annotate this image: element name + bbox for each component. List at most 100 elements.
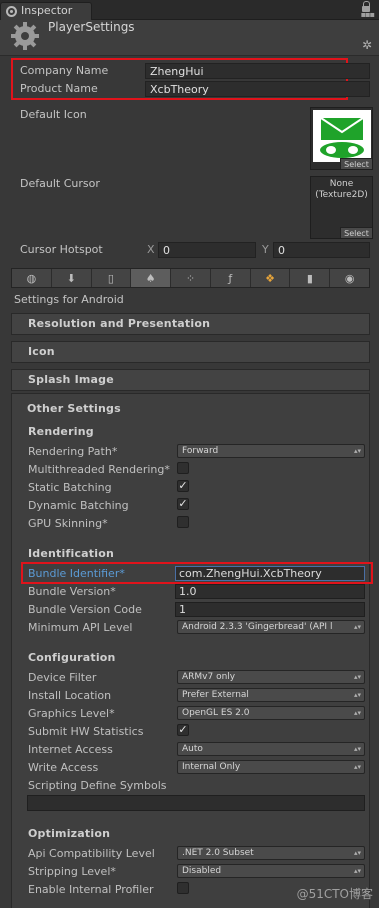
app-logo-icon	[313, 110, 371, 162]
default-icon-label: Default Icon	[20, 108, 87, 121]
gpu-skinning-checkbox[interactable]	[177, 516, 189, 528]
bundle-version-code-field[interactable]: 1	[175, 602, 365, 617]
device-icon[interactable]: ▮	[290, 269, 331, 287]
watermark: @51CTO博客	[296, 887, 373, 901]
gpu-skinning-label: GPU Skinning*	[28, 517, 108, 530]
static-batching-label: Static Batching	[28, 481, 112, 494]
web-icon[interactable]: ◍	[12, 269, 52, 287]
dropdown-arrow-icon: ▴▾	[353, 867, 361, 875]
hotspot-x-field[interactable]: 0	[158, 242, 256, 258]
default-cursor-slot[interactable]: None (Texture2D) Select	[310, 176, 373, 239]
hw-statistics-checkbox[interactable]: ✓	[177, 724, 189, 736]
default-cursor-select-button[interactable]: Select	[340, 227, 372, 238]
settings-for-label: Settings for Android	[14, 293, 124, 306]
bundle-id-label: Bundle Identifier*	[28, 567, 125, 580]
bundle-id-field[interactable]: com.ZhengHui.XcbTheory	[175, 566, 365, 581]
dropdown-value: ARMv7 only	[182, 672, 236, 682]
dropdown-value: Auto	[182, 744, 203, 754]
company-name-label: Company Name	[20, 64, 109, 77]
scripting-symbols-field[interactable]	[27, 795, 365, 811]
default-cursor-label: Default Cursor	[20, 177, 100, 190]
dropdown-value: OpenGL ES 2.0	[182, 708, 250, 718]
rendering-path-dropdown[interactable]: Forward ▴▾	[177, 444, 365, 458]
bundle-version-field[interactable]: 1.0	[175, 584, 365, 599]
tab-label: Inspector	[21, 4, 73, 17]
dropdown-value: Prefer External	[182, 690, 249, 700]
internet-access-label: Internet Access	[28, 743, 113, 756]
rendering-header: Rendering	[28, 425, 94, 438]
dropdown-value: Disabled	[182, 866, 222, 876]
info-icon	[6, 6, 17, 17]
api-compat-dropdown[interactable]: .NET 2.0 Subset ▴▾	[177, 846, 365, 860]
settings-gear-icon[interactable]: ✲	[362, 38, 372, 52]
stripping-level-dropdown[interactable]: Disabled ▴▾	[177, 864, 365, 878]
section-resolution[interactable]: Resolution and Presentation	[11, 313, 370, 335]
internal-profiler-label: Enable Internal Profiler	[28, 883, 154, 896]
blackberry-icon[interactable]: ⁘	[171, 269, 211, 287]
product-name-field[interactable]: XcbTheory	[145, 81, 370, 97]
multithreaded-checkbox[interactable]	[177, 462, 189, 474]
dropdown-arrow-icon: ▴▾	[353, 709, 361, 717]
api-compat-label: Api Compatibility Level	[28, 847, 155, 860]
stripping-level-label: Stripping Level*	[28, 865, 116, 878]
graphics-level-label: Graphics Level*	[28, 707, 115, 720]
dynamic-batching-checkbox[interactable]: ✓	[177, 498, 189, 510]
device-filter-dropdown[interactable]: ARMv7 only ▴▾	[177, 670, 365, 684]
dropdown-arrow-icon: ▴▾	[353, 763, 361, 771]
dropdown-value: .NET 2.0 Subset	[182, 848, 254, 858]
dropdown-arrow-icon: ▴▾	[353, 447, 361, 455]
dropdown-arrow-icon: ▴▾	[353, 849, 361, 857]
section-other-settings[interactable]: Other Settings	[27, 402, 121, 415]
optimization-header: Optimization	[28, 827, 111, 840]
inspector-tabbar: Inspector ▪▪▪	[0, 0, 379, 20]
dropdown-arrow-icon: ▴▾	[353, 745, 361, 753]
android-icon[interactable]: ♠	[131, 269, 172, 287]
configuration-header: Configuration	[28, 651, 116, 664]
circle-icon[interactable]: ◉	[330, 269, 369, 287]
min-api-label: Minimum API Level	[28, 621, 133, 634]
dropdown-arrow-icon: ▴▾	[353, 691, 361, 699]
cursor-hotspot-label: Cursor Hotspot	[20, 243, 103, 256]
windows-icon[interactable]: ❖	[251, 269, 291, 287]
default-icon-select-button[interactable]: Select	[340, 158, 372, 169]
dropdown-arrow-icon: ▴▾	[353, 673, 361, 681]
default-icon-slot[interactable]: Select	[310, 107, 373, 170]
dropdown-arrow-icon: ▴▾	[353, 621, 361, 633]
product-name-label: Product Name	[20, 82, 98, 95]
bundle-version-label: Bundle Version*	[28, 585, 116, 598]
company-name-field[interactable]: ZhengHui	[145, 63, 370, 79]
min-api-dropdown[interactable]: Android 2.3.3 'Gingerbread' (API l ▴▾	[177, 620, 365, 634]
hotspot-y-field[interactable]: 0	[273, 242, 370, 258]
identification-header: Identification	[28, 547, 115, 560]
device-filter-label: Device Filter	[28, 671, 97, 684]
scripting-symbols-label: Scripting Define Symbols	[28, 779, 167, 792]
download-icon[interactable]: ⬇	[52, 269, 92, 287]
flash-icon[interactable]: ƒ	[211, 269, 251, 287]
dropdown-value: Forward	[182, 446, 219, 456]
bundle-version-code-label: Bundle Version Code	[28, 603, 142, 616]
hotspot-y-label: Y	[262, 243, 269, 256]
write-access-label: Write Access	[28, 761, 99, 774]
rendering-path-label: Rendering Path*	[28, 445, 118, 458]
hw-statistics-label: Submit HW Statistics	[28, 725, 144, 738]
hotspot-x-label: X	[147, 243, 155, 256]
gear-icon	[11, 22, 39, 50]
install-location-dropdown[interactable]: Prefer External ▴▾	[177, 688, 365, 702]
tab-inspector[interactable]: Inspector	[0, 2, 92, 20]
write-access-dropdown[interactable]: Internal Only ▴▾	[177, 760, 365, 774]
graphics-level-dropdown[interactable]: OpenGL ES 2.0 ▴▾	[177, 706, 365, 720]
internet-access-dropdown[interactable]: Auto ▴▾	[177, 742, 365, 756]
section-splash[interactable]: Splash Image	[11, 369, 370, 391]
internal-profiler-checkbox[interactable]	[177, 882, 189, 894]
phone-icon[interactable]: ▯	[92, 269, 132, 287]
section-icon[interactable]: Icon	[11, 341, 370, 363]
cursor-thumb-text: None (Texture2D)	[315, 179, 368, 200]
dynamic-batching-label: Dynamic Batching	[28, 499, 129, 512]
platform-tabs: ◍ ⬇ ▯ ♠ ⁘ ƒ ❖ ▮ ◉	[11, 268, 370, 288]
inspector-header: PlayerSettings ✲	[0, 20, 379, 56]
static-batching-checkbox[interactable]: ✓	[177, 480, 189, 492]
page-title: PlayerSettings	[48, 20, 135, 34]
dropdown-value: Android 2.3.3 'Gingerbread' (API l	[182, 622, 333, 632]
multithreaded-label: Multithreaded Rendering*	[28, 463, 170, 476]
menu-icon[interactable]: ▪▪▪	[361, 10, 375, 19]
